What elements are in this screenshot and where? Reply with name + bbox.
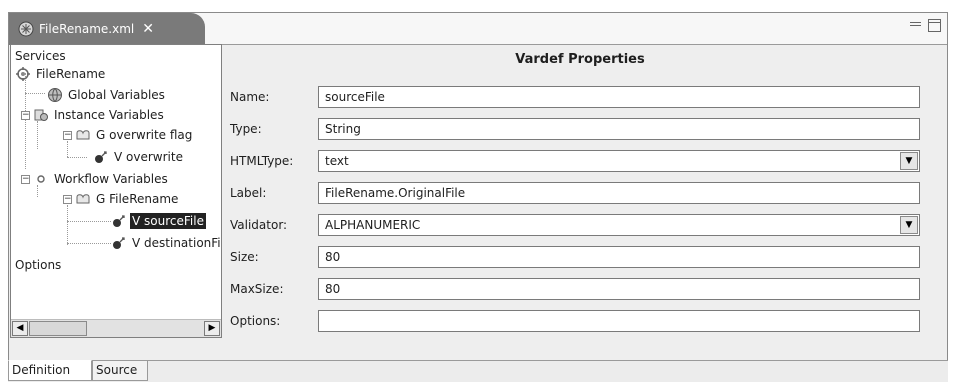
tree-root-services[interactable]: Services [13,47,68,65]
collapse-icon[interactable]: − [21,175,30,184]
workflow-icon [37,175,45,183]
collapse-icon[interactable]: − [63,131,72,140]
tree-horizontal-scrollbar[interactable]: ◀ ▶ [11,319,221,337]
minimize-icon[interactable] [909,19,922,32]
tree-node-filerename[interactable]: FileRename [15,65,107,83]
variable-icon [95,151,107,163]
type-field[interactable]: String [318,118,920,140]
tree-connector [67,157,87,158]
close-icon[interactable]: ✕ [142,21,154,37]
name-field[interactable]: sourceFile [318,86,920,108]
tree-connector [67,141,68,157]
tree-node-label: V destinationFile [132,236,221,250]
variables-group-icon [34,109,48,121]
tree-node-overwrite-flag[interactable]: G overwrite flag [75,126,194,144]
group-icon [76,130,90,140]
options-field[interactable] [318,310,920,332]
service-tree: Services FileRename Global Variables − I [10,44,222,338]
maxsize-field[interactable]: 80 [318,278,920,300]
type-label: Type: [230,122,262,136]
service-icon [16,67,30,81]
scroll-thumb[interactable] [29,321,87,336]
editor-tab-strip: FileRename.xml ✕ [9,13,947,45]
tab-source[interactable]: Source [92,360,148,381]
tree-connector [37,121,38,149]
size-label: Size: [230,250,259,264]
tree-node-source-file[interactable]: V sourceFile [111,212,206,230]
tree-connector [67,243,111,244]
options-label: Options: [230,314,281,328]
collapse-icon[interactable]: − [63,195,72,204]
tree-node-destination-file[interactable]: V destinationFile [111,234,221,252]
tree-node-label: G FileRename [96,192,179,206]
tree-root-label: Services [15,49,66,63]
htmltype-value: text [325,154,349,168]
label-field[interactable]: FileRename.OriginalFile [318,182,920,204]
tree-node-label: V sourceFile [130,213,206,229]
xml-file-icon [18,21,34,37]
name-label: Name: [230,90,270,104]
chevron-down-icon[interactable]: ▼ [900,152,918,170]
editor-tab-label: FileRename.xml [39,22,135,36]
editor-bottom-tabs: Definition Source [8,360,948,382]
chevron-down-icon[interactable]: ▼ [900,216,918,234]
tree-node-overwrite[interactable]: V overwrite [93,148,185,166]
tree-node-workflow-variables[interactable]: Workflow Variables [33,170,170,188]
scroll-left-icon[interactable]: ◀ [12,321,28,336]
tree-connector [25,93,45,94]
tree-node-options[interactable]: Options [13,256,63,274]
tree-node-label: FileRename [36,67,106,81]
tree-content: Services FileRename Global Variables − I [11,45,221,319]
window-controls [909,19,941,32]
validator-select[interactable]: ALPHANUMERIC ▼ [318,214,920,236]
tree-node-label: Global Variables [68,88,165,102]
tree-connector [67,221,111,222]
tree-connector [25,73,26,169]
size-field[interactable]: 80 [318,246,920,268]
tree-node-instance-variables[interactable]: Instance Variables [33,106,166,124]
group-icon [76,194,90,204]
validator-value: ALPHANUMERIC [325,218,421,232]
maxsize-label: MaxSize: [230,282,284,296]
tree-node-label: G overwrite flag [96,128,193,142]
tree-node-global-variables[interactable]: Global Variables [47,86,167,104]
variable-icon [113,237,125,249]
htmltype-select[interactable]: text ▼ [318,150,920,172]
scroll-right-icon[interactable]: ▶ [204,321,220,336]
collapse-icon[interactable]: − [21,111,30,120]
validator-label: Validator: [230,218,288,232]
editor-tab-filerename[interactable]: FileRename.xml ✕ [9,13,205,45]
tree-connector [67,205,68,245]
tree-node-label: Instance Variables [54,108,164,122]
globe-icon [48,88,62,102]
variable-icon [113,215,125,227]
tree-node-g-filerename[interactable]: G FileRename [75,190,180,208]
tree-node-label: Options [15,258,62,272]
properties-title: Vardef Properties [515,52,645,67]
tree-node-label: Workflow Variables [54,172,168,186]
htmltype-label: HTMLType: [230,154,294,168]
label-label: Label: [230,186,267,200]
tree-node-label: V overwrite [114,150,183,164]
maximize-icon[interactable] [928,19,941,32]
tab-definition[interactable]: Definition [8,360,92,381]
